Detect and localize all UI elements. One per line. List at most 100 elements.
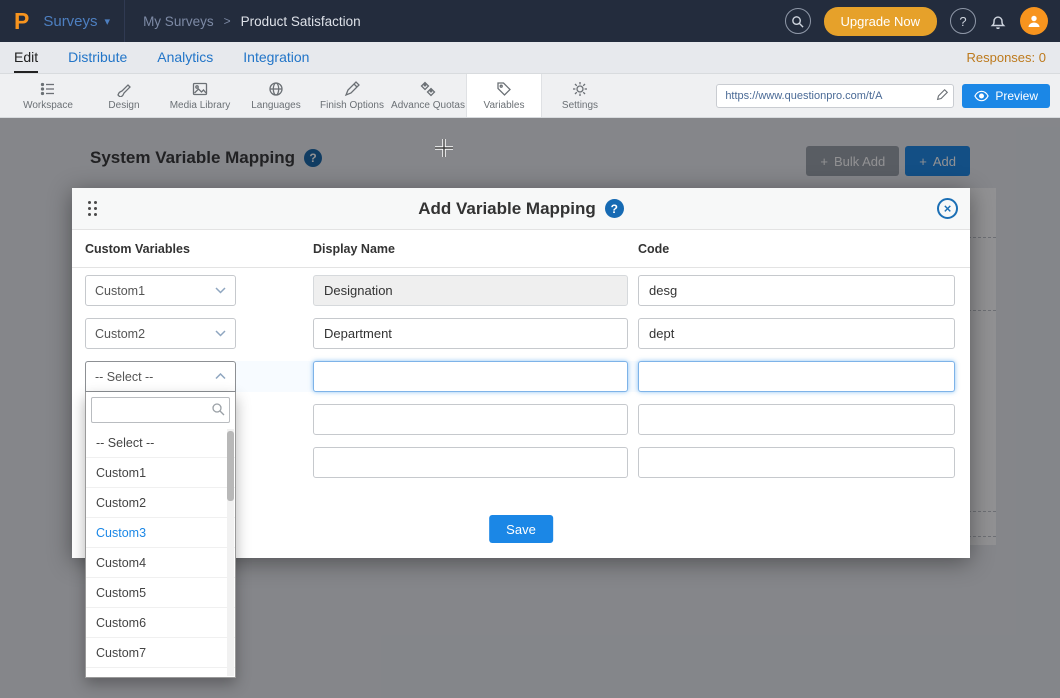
toolbar-item-label: Languages <box>251 100 301 111</box>
breadcrumb-my-surveys[interactable]: My Surveys <box>143 14 214 29</box>
toolbar-item-advance-quotas[interactable]: Advance Quotas <box>390 74 466 117</box>
user-icon <box>1026 13 1042 29</box>
variable-dropdown-panel: -- Select -- Custom1 Custom2 Custom3 Cus… <box>85 392 236 678</box>
toolbar-item-finish-options[interactable]: Finish Options <box>314 74 390 117</box>
question-icon: ? <box>959 14 966 29</box>
code-input[interactable] <box>638 361 955 392</box>
workspace-icon <box>40 81 56 97</box>
section-nav: Edit Distribute Analytics Integration Re… <box>0 42 1060 74</box>
search-icon <box>211 402 225 421</box>
tab-edit[interactable]: Edit <box>14 42 38 73</box>
variable-select[interactable]: Custom1 <box>85 275 236 306</box>
dropdown-option[interactable]: Custom2 <box>86 488 235 518</box>
tab-analytics[interactable]: Analytics <box>157 42 213 73</box>
advance-quotas-icon <box>420 81 436 97</box>
surveys-menu[interactable]: Surveys ▾ <box>43 13 110 30</box>
column-header-code: Code <box>638 242 955 256</box>
mapping-row: Custom1 <box>85 275 955 306</box>
dropdown-option[interactable]: Custom6 <box>86 608 235 638</box>
code-input[interactable] <box>638 318 955 349</box>
edit-toolbar: Workspace Design Media Library Languages… <box>0 74 1060 118</box>
toolbar-item-languages[interactable]: Languages <box>238 74 314 117</box>
surveys-menu-label: Surveys <box>43 13 97 30</box>
dropdown-option[interactable]: -- Select -- <box>86 428 235 458</box>
variable-select-value: Custom1 <box>95 284 145 298</box>
eye-icon <box>974 90 989 102</box>
search-button[interactable] <box>785 8 811 34</box>
page-title: Product Satisfaction <box>241 14 361 29</box>
design-icon <box>116 81 132 97</box>
toolbar-item-label: Finish Options <box>320 100 384 111</box>
scrollbar-thumb[interactable] <box>227 431 234 501</box>
display-name-input[interactable] <box>313 275 628 306</box>
toolbar-item-workspace[interactable]: Workspace <box>10 74 86 117</box>
variable-select[interactable]: Custom2 <box>85 318 236 349</box>
chevron-down-icon <box>215 330 226 337</box>
code-input[interactable] <box>638 404 955 435</box>
column-headers: Custom Variables Display Name Code <box>72 230 970 268</box>
code-input[interactable] <box>638 275 955 306</box>
toolbar-item-variables[interactable]: Variables <box>466 74 542 117</box>
dropdown-option[interactable]: Custom4 <box>86 548 235 578</box>
dropdown-option[interactable]: Custom1 <box>86 458 235 488</box>
toolbar-item-label: Workspace <box>23 100 73 111</box>
dropdown-option[interactable]: Custom5 <box>86 578 235 608</box>
toolbar-item-label: Advance Quotas <box>391 100 465 111</box>
notifications-button[interactable] <box>989 12 1007 30</box>
languages-icon <box>268 81 284 97</box>
drag-handle[interactable] <box>88 201 97 216</box>
dropdown-scrollbar[interactable] <box>227 429 234 676</box>
variable-select-open[interactable]: -- Select -- <box>85 361 236 392</box>
media-library-icon <box>192 81 208 97</box>
questionpro-logo[interactable]: P <box>14 8 29 35</box>
toolbar-right: Preview <box>716 74 1060 117</box>
search-icon <box>791 15 804 28</box>
help-button[interactable]: ? <box>950 8 976 34</box>
topbar-divider <box>124 0 125 42</box>
mapping-row: -- Select -- <box>85 361 955 392</box>
responses-count: Responses: 0 <box>967 50 1047 65</box>
toolbar-item-design[interactable]: Design <box>86 74 162 117</box>
modal-help-icon[interactable]: ? <box>605 199 624 218</box>
dropdown-option-highlighted[interactable]: Custom3 <box>86 518 235 548</box>
tab-distribute[interactable]: Distribute <box>68 42 127 73</box>
variables-icon <box>496 81 512 97</box>
display-name-input[interactable] <box>313 318 628 349</box>
app-screen: P Surveys ▾ My Surveys > Product Satisfa… <box>0 0 1060 698</box>
preview-label: Preview <box>995 89 1038 103</box>
code-input[interactable] <box>638 447 955 478</box>
display-name-input[interactable] <box>313 404 628 435</box>
toolbar-item-label: Media Library <box>170 100 231 111</box>
dropdown-option[interactable]: Custom7 <box>86 638 235 668</box>
upgrade-now-button[interactable]: Upgrade Now <box>824 7 938 36</box>
bell-icon <box>989 12 1007 30</box>
breadcrumb: My Surveys > Product Satisfaction <box>143 14 361 29</box>
dropdown-search-input[interactable] <box>91 397 230 423</box>
save-button[interactable]: Save <box>489 515 553 543</box>
close-icon[interactable]: × <box>937 198 958 219</box>
display-name-input[interactable] <box>313 447 628 478</box>
add-variable-mapping-modal: Add Variable Mapping ? × Custom Variable… <box>72 188 970 558</box>
toolbar-item-settings[interactable]: Settings <box>542 74 618 117</box>
survey-url-input[interactable] <box>716 84 954 108</box>
tab-integration[interactable]: Integration <box>243 42 309 73</box>
avatar[interactable] <box>1020 7 1048 35</box>
survey-url-wrap <box>716 84 954 108</box>
settings-icon <box>572 81 588 97</box>
finish-options-icon <box>344 81 360 97</box>
display-name-input[interactable] <box>313 361 628 392</box>
preview-button[interactable]: Preview <box>962 84 1050 108</box>
modal-title: Add Variable Mapping <box>418 199 596 219</box>
caret-down-icon: ▾ <box>105 15 111 28</box>
edit-url-icon[interactable] <box>935 88 949 107</box>
variable-select-value: Custom2 <box>95 327 145 341</box>
mapping-row: Custom2 <box>85 318 955 349</box>
topbar-actions: Upgrade Now ? <box>785 7 1049 36</box>
topbar: P Surveys ▾ My Surveys > Product Satisfa… <box>0 0 1060 42</box>
chevron-up-icon <box>215 373 226 380</box>
variable-select-value: -- Select -- <box>95 370 153 384</box>
chevron-down-icon <box>215 287 226 294</box>
dropdown-search <box>91 397 230 423</box>
toolbar-item-media-library[interactable]: Media Library <box>162 74 238 117</box>
modal-header: Add Variable Mapping ? × <box>72 188 970 230</box>
